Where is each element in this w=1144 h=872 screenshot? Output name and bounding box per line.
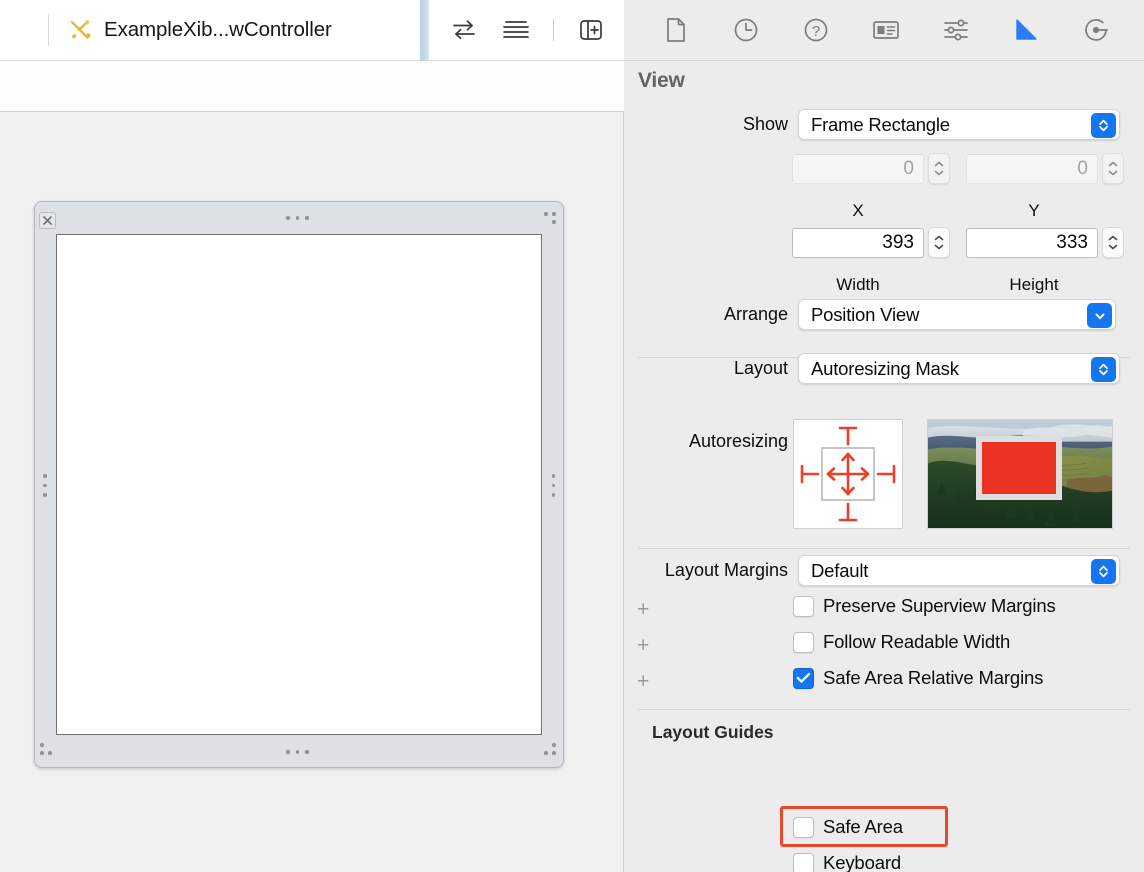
checkbox-box (793, 668, 814, 689)
assistant-editor-icon[interactable] (449, 15, 479, 45)
add-constraint-plus-icon[interactable]: + (637, 671, 649, 692)
checkbox-box (793, 632, 814, 653)
help-inspector-icon[interactable]: ? (799, 13, 833, 47)
layout-margins-popup[interactable]: Default (798, 555, 1120, 586)
attributes-inspector-icon[interactable] (939, 13, 973, 47)
arrange-value: Position View (811, 304, 919, 326)
show-label: Show (624, 114, 788, 135)
autoresizing-mask-widget[interactable] (793, 419, 903, 529)
layout-label: Layout (624, 358, 788, 379)
resize-handle-left[interactable] (43, 474, 47, 497)
y-label: Y (968, 201, 1100, 221)
checkbox-keyboard[interactable]: Keyboard (793, 852, 901, 872)
checkmark-icon (796, 672, 811, 684)
checkbox-label: Safe Area Relative Margins (823, 667, 1043, 689)
resize-handle-bottom-left[interactable] (40, 743, 54, 757)
resize-handle-right[interactable] (552, 474, 556, 497)
autoresizing-label: Autoresizing (624, 431, 788, 452)
size-inspector-icon[interactable] (1009, 13, 1043, 47)
history-inspector-icon[interactable] (729, 13, 763, 47)
chevron-updown-icon (1091, 357, 1116, 382)
checkbox-label: Preserve Superview Margins (823, 595, 1056, 617)
interface-builder-canvas[interactable] (0, 112, 624, 872)
xy-row: 0 0 (792, 153, 1124, 184)
resize-handle-top-right[interactable] (544, 212, 558, 226)
arrange-label: Arrange (624, 304, 788, 325)
show-row: Show Frame Rectangle (624, 109, 1130, 140)
svg-text:?: ? (812, 23, 820, 40)
resize-handle-bottom[interactable] (286, 750, 309, 754)
autoresizing-preview-rect (976, 436, 1062, 500)
identity-inspector-icon[interactable] (869, 13, 903, 47)
y-stepper[interactable] (1102, 153, 1124, 184)
resize-handle-top[interactable] (286, 216, 309, 220)
minimap-icon[interactable] (501, 15, 531, 45)
editor-toolbar (429, 0, 624, 60)
resize-handle-bottom-right[interactable] (544, 743, 558, 757)
arrange-row: Arrange Position View (624, 299, 1130, 330)
layout-margins-row: Layout Margins Default (624, 555, 1130, 586)
inspector-tab-bar: ? (624, 0, 1144, 61)
checkbox-follow-readable-width[interactable]: Follow Readable Width (793, 631, 1010, 653)
arrange-popup[interactable]: Position View (798, 299, 1116, 330)
add-constraint-plus-icon[interactable]: + (637, 599, 649, 620)
editor-document-tab[interactable]: ExampleXib...wController (49, 0, 420, 60)
layout-guides-heading: Layout Guides (652, 722, 774, 743)
add-editor-icon[interactable] (576, 15, 606, 45)
connections-inspector-icon[interactable] (1079, 13, 1113, 47)
file-inspector-icon[interactable] (659, 13, 693, 47)
editor-tab-bar: ExampleXib...wController (0, 0, 624, 61)
checkbox-box (793, 596, 814, 617)
root-view-surface[interactable] (56, 234, 542, 735)
xib-file-icon (67, 17, 93, 43)
divider-3 (638, 709, 1130, 710)
checkbox-safe-area[interactable]: Safe Area (793, 816, 903, 838)
editor-area: ExampleXib...wController (0, 0, 624, 872)
checkbox-preserve-superview-margins[interactable]: Preserve Superview Margins (793, 595, 1056, 617)
xcode-window: ExampleXib...wController (0, 0, 1144, 872)
height-field[interactable]: 333 (966, 228, 1098, 258)
editor-tab-title: ExampleXib...wController (104, 18, 332, 42)
y-field[interactable]: 0 (966, 154, 1098, 184)
chevron-down-icon (1087, 303, 1112, 328)
chevron-updown-icon (1091, 113, 1116, 138)
show-value: Frame Rectangle (811, 114, 950, 136)
autoresizing-preview (927, 419, 1113, 529)
layout-row: Layout Autoresizing Mask (624, 353, 1130, 384)
width-stepper[interactable] (928, 227, 950, 258)
x-field[interactable]: 0 (792, 154, 924, 184)
checkbox-box (793, 853, 814, 872)
chevron-updown-icon (1091, 559, 1116, 584)
size-inspector-body: View Show Frame Rectangle 0 (624, 61, 1144, 872)
x-label: X (792, 201, 924, 221)
checkbox-box (793, 817, 814, 838)
toolbar-divider (553, 19, 554, 41)
width-label: Width (792, 275, 924, 295)
active-tab-indicator (420, 0, 429, 61)
height-label: Height (968, 275, 1100, 295)
layout-margins-value: Default (811, 560, 868, 582)
show-popup[interactable]: Frame Rectangle (798, 109, 1120, 140)
jump-bar[interactable] (0, 61, 624, 112)
inspector-panel: ? (624, 0, 1144, 872)
width-field[interactable]: 393 (792, 228, 924, 258)
checkbox-safe-area-relative-margins[interactable]: Safe Area Relative Margins (793, 667, 1043, 689)
close-icon[interactable] (39, 212, 56, 229)
layout-value: Autoresizing Mask (811, 358, 959, 380)
view-controller-frame[interactable] (34, 201, 564, 768)
checkbox-label: Follow Readable Width (823, 631, 1010, 653)
x-stepper[interactable] (928, 153, 950, 184)
checkbox-label: Keyboard (823, 852, 901, 872)
layout-margins-label: Layout Margins (624, 560, 788, 581)
wh-row: 393 333 (792, 227, 1124, 258)
height-stepper[interactable] (1102, 227, 1124, 258)
page-title: View (638, 69, 685, 93)
divider-2 (638, 548, 1130, 549)
checkbox-label: Safe Area (823, 816, 903, 838)
add-constraint-plus-icon[interactable]: + (637, 635, 649, 656)
layout-popup[interactable]: Autoresizing Mask (798, 353, 1120, 384)
